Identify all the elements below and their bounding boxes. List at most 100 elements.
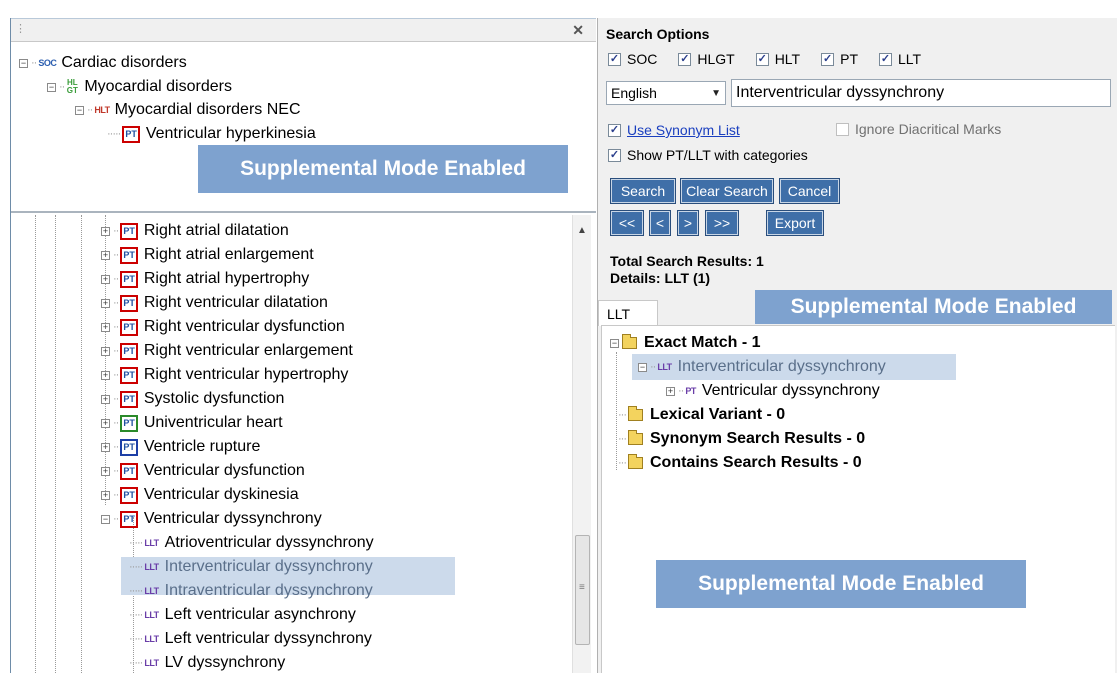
tree-row-pt[interactable]: + ·· PT Right atrial dilatation bbox=[101, 219, 289, 243]
supplemental-banner: Supplemental Mode Enabled bbox=[656, 560, 1026, 608]
tree-row-llt[interactable]: ····· LLT LV dyssynchrony bbox=[129, 651, 285, 673]
tree-row-pt[interactable]: + ·· PT Right atrial enlargement bbox=[101, 243, 314, 267]
collapse-icon[interactable]: − bbox=[610, 338, 619, 348]
tree-row-label: Ventricular dyskinesia bbox=[143, 486, 299, 503]
pt-icon: PT bbox=[120, 366, 138, 384]
use-synonym-link[interactable]: Use Synonym List bbox=[627, 122, 740, 138]
checkbox-hlgt[interactable]: ✓ HLGT bbox=[678, 51, 735, 67]
scroll-up-icon[interactable]: ▲ bbox=[577, 225, 587, 236]
tree-row-llt[interactable]: ····· LLT Left ventricular dyssynchrony bbox=[129, 627, 372, 651]
tree-row-pt[interactable]: + ·· PT Ventricular dyskinesia bbox=[101, 483, 299, 507]
tree-row-pt[interactable]: + ·· PT Ventricle rupture bbox=[101, 435, 260, 459]
collapse-icon[interactable]: − bbox=[75, 105, 84, 115]
hierarchy-label: Myocardial disorders bbox=[84, 78, 232, 95]
expand-icon[interactable]: + bbox=[101, 490, 110, 500]
checkbox-soc[interactable]: ✓ SOC bbox=[608, 51, 657, 67]
tree-row-label: Intraventricular dyssynchrony bbox=[164, 582, 373, 599]
folder-icon bbox=[622, 334, 637, 349]
expand-icon[interactable]: + bbox=[101, 274, 110, 284]
export-button[interactable]: Export bbox=[766, 210, 824, 236]
search-input[interactable]: Interventricular dyssynchrony bbox=[731, 79, 1111, 107]
use-synonym-checkbox[interactable]: ✓ Use Synonym List bbox=[608, 122, 740, 138]
tree-row-pt[interactable]: + ·· PT Right ventricular dysfunction bbox=[101, 315, 345, 339]
pt-icon: PT bbox=[120, 318, 138, 336]
expand-icon[interactable]: + bbox=[101, 250, 110, 260]
left-pane: ⋮ ✕ − ·· SOC Cardiac disorders − ·· HL GT M… bbox=[10, 18, 596, 673]
hierarchy-soc[interactable]: − ·· SOC Cardiac disorders bbox=[19, 52, 187, 74]
pt-icon: PT bbox=[120, 486, 138, 504]
collapse-icon[interactable]: − bbox=[101, 514, 110, 524]
pt-icon: PT bbox=[685, 386, 696, 396]
result-synonym[interactable]: ··· Synonym Search Results - 0 bbox=[618, 427, 865, 451]
collapse-icon[interactable]: − bbox=[47, 82, 56, 92]
tree-row-pt[interactable]: − ·· PT Ventricular dyssynchrony bbox=[101, 507, 322, 531]
cancel-button[interactable]: Cancel bbox=[779, 178, 840, 204]
tree-scrollbar[interactable]: ▲ ≡ bbox=[572, 215, 591, 673]
next-page-button[interactable]: > bbox=[677, 210, 699, 236]
result-llt-item[interactable]: − ·· LLT Interventricular dyssynchrony bbox=[638, 355, 886, 379]
result-pt-item[interactable]: + ·· PT Ventricular dyssynchrony bbox=[666, 379, 880, 403]
tree-row-pt[interactable]: + ·· PT Right ventricular enlargement bbox=[101, 339, 353, 363]
expand-icon[interactable]: + bbox=[101, 394, 110, 404]
result-lexical-variant[interactable]: ··· Lexical Variant - 0 bbox=[618, 403, 785, 427]
tree-row-pt[interactable]: + ·· PT Right ventricular dilatation bbox=[101, 291, 328, 315]
checkbox-hlt[interactable]: ✓ HLT bbox=[755, 51, 800, 67]
hierarchy-pt[interactable]: ····· PT Ventricular hyperkinesia bbox=[107, 123, 316, 145]
prev-page-button[interactable]: < bbox=[649, 210, 671, 236]
tree-row-pt[interactable]: + ·· PT Ventricular dysfunction bbox=[101, 459, 305, 483]
expand-icon[interactable]: + bbox=[101, 298, 110, 308]
hierarchy-hlgt[interactable]: − ·· HL GT Myocardial disorders bbox=[47, 76, 232, 98]
tree-row-label: Left ventricular dyssynchrony bbox=[164, 630, 372, 647]
tree-row-pt[interactable]: + ·· PT Right atrial hypertrophy bbox=[101, 267, 309, 291]
expand-icon[interactable]: + bbox=[666, 386, 675, 396]
tree-row-llt[interactable]: ····· LLT Interventricular dyssynchrony bbox=[129, 555, 373, 579]
checkbox-pt[interactable]: ✓ PT bbox=[821, 51, 858, 67]
first-page-button[interactable]: << bbox=[610, 210, 644, 236]
checkmark-icon: ✓ bbox=[608, 148, 621, 162]
hierarchy-hlt[interactable]: − ·· HLT Myocardial disorders NEC bbox=[75, 99, 301, 121]
expand-icon[interactable]: + bbox=[101, 322, 110, 332]
tree-row-llt[interactable]: ····· LLT Left ventricular asynchrony bbox=[129, 603, 356, 627]
checkbox-llt[interactable]: ✓ LLT bbox=[879, 51, 921, 67]
tree-row-label: Right ventricular enlargement bbox=[143, 342, 353, 359]
search-button[interactable]: Search bbox=[610, 178, 676, 204]
expand-icon[interactable]: + bbox=[101, 346, 110, 356]
checkbox-empty-icon bbox=[836, 122, 849, 136]
tree-row-llt[interactable]: ····· LLT Atrioventricular dyssynchrony bbox=[129, 531, 374, 555]
search-pane: Search Options ✓ SOC ✓ HLGT ✓ HLT ✓ PT ✓ LLT … bbox=[597, 18, 1117, 673]
expand-icon[interactable]: + bbox=[101, 442, 110, 452]
ignore-diacritical-checkbox[interactable]: Ignore Diacritical Marks bbox=[836, 121, 1001, 137]
last-page-button[interactable]: >> bbox=[705, 210, 739, 236]
supplemental-banner: Supplemental Mode Enabled bbox=[198, 145, 568, 193]
expand-icon[interactable]: + bbox=[101, 466, 110, 476]
show-pt-llt-checkbox[interactable]: ✓ Show PT/LLT with categories bbox=[608, 147, 808, 163]
tree-row-label: Right atrial hypertrophy bbox=[143, 270, 310, 287]
tree-row-pt[interactable]: + ·· PT Systolic dysfunction bbox=[101, 387, 284, 411]
dropdown-arrow-icon: ▼ bbox=[711, 88, 721, 99]
tree-row-label: Ventricular dysfunction bbox=[143, 462, 305, 479]
clear-search-button[interactable]: Clear Search bbox=[680, 178, 774, 204]
expand-icon[interactable]: + bbox=[101, 418, 110, 428]
folder-icon bbox=[628, 406, 643, 421]
result-exact-match[interactable]: − Exact Match - 1 bbox=[610, 331, 760, 355]
language-select[interactable]: English ▼ bbox=[606, 81, 726, 105]
pt-icon: PT bbox=[120, 414, 138, 432]
expand-icon[interactable]: + bbox=[101, 370, 110, 380]
tree-row-label: Atrioventricular dyssynchrony bbox=[164, 534, 374, 551]
tree-row-llt[interactable]: ····· LLT Intraventricular dyssynchrony bbox=[129, 579, 373, 603]
result-contains[interactable]: ··· Contains Search Results - 0 bbox=[618, 451, 862, 475]
pt-icon: PT bbox=[120, 390, 138, 408]
collapse-icon[interactable]: − bbox=[638, 362, 647, 372]
grip-icon[interactable]: ⋮ bbox=[15, 22, 26, 35]
collapse-icon[interactable]: − bbox=[19, 58, 28, 68]
pt-icon: PT bbox=[120, 270, 138, 288]
scroll-thumb[interactable]: ≡ bbox=[575, 535, 590, 645]
tab-llt[interactable]: LLT bbox=[598, 300, 658, 326]
expand-icon[interactable]: + bbox=[101, 226, 110, 236]
tree-row-pt[interactable]: + ·· PT Right ventricular hypertrophy bbox=[101, 363, 348, 387]
supplemental-banner: Supplemental Mode Enabled bbox=[755, 290, 1112, 324]
checkmark-icon: ✓ bbox=[879, 52, 892, 66]
close-icon[interactable]: ✕ bbox=[572, 22, 584, 39]
tree-row-label: Interventricular dyssynchrony bbox=[164, 558, 373, 575]
tree-row-pt[interactable]: + ·· PT Univentricular heart bbox=[101, 411, 283, 435]
